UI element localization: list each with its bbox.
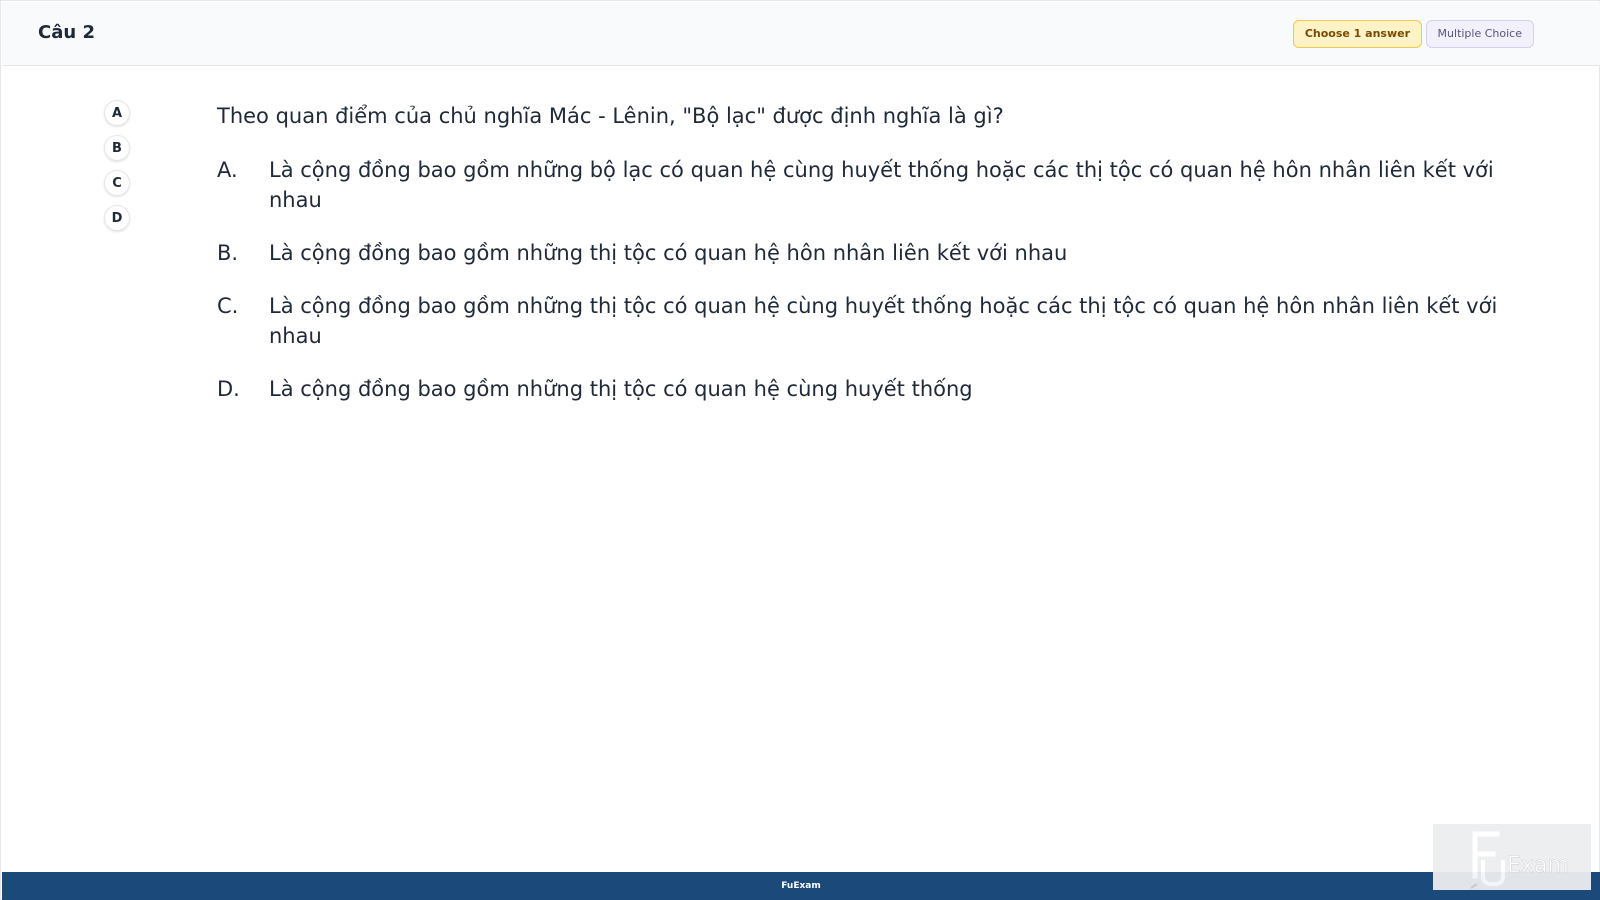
choose-answer-badge: Choose 1 answer <box>1292 20 1422 48</box>
option-letter: A. <box>217 158 238 182</box>
question-number: Câu 2 <box>38 22 95 43</box>
answer-bubble-d[interactable]: D <box>104 205 130 231</box>
fuexam-logo: Exam <box>1433 824 1591 890</box>
question-header: Câu 2 Choose 1 answer Multiple Choice <box>2 2 1600 66</box>
option-c: C. Là cộng đồng bao gồm những thị tộc có… <box>217 291 1547 351</box>
option-d: D. Là cộng đồng bao gồm những thị tộc có… <box>217 374 1547 404</box>
answer-bubble-c[interactable]: C <box>104 170 130 196</box>
option-b: B. Là cộng đồng bao gồm những thị tộc có… <box>217 238 1547 268</box>
answer-bubble-b[interactable]: B <box>104 135 130 161</box>
option-a: A. Là cộng đồng bao gồm những bộ lạc có … <box>217 155 1547 215</box>
answer-bubbles: A B C D <box>104 100 130 240</box>
option-text: Là cộng đồng bao gồm những bộ lạc có qua… <box>269 158 1494 212</box>
footer-brand: FuExam <box>781 881 821 891</box>
exam-page: Câu 2 Choose 1 answer Multiple Choice A … <box>0 0 1600 900</box>
option-text: Là cộng đồng bao gồm những thị tộc có qu… <box>269 241 1068 265</box>
option-text: Là cộng đồng bao gồm những thị tộc có qu… <box>269 294 1498 348</box>
answer-options: A. Là cộng đồng bao gồm những bộ lạc có … <box>217 155 1547 427</box>
fuexam-logo-icon: Exam <box>1433 824 1591 890</box>
logo-text: Exam <box>1507 853 1569 878</box>
question-text: Theo quan điểm của chủ nghĩa Mác - Lênin… <box>217 104 1004 128</box>
question-type-badge: Multiple Choice <box>1425 20 1534 48</box>
option-letter: C. <box>217 294 239 318</box>
answer-bubble-a[interactable]: A <box>104 100 130 126</box>
option-letter: B. <box>217 241 239 265</box>
footer-bar: FuExam <box>2 872 1600 900</box>
option-letter: D. <box>217 377 240 401</box>
option-text: Là cộng đồng bao gồm những thị tộc có qu… <box>269 377 973 401</box>
